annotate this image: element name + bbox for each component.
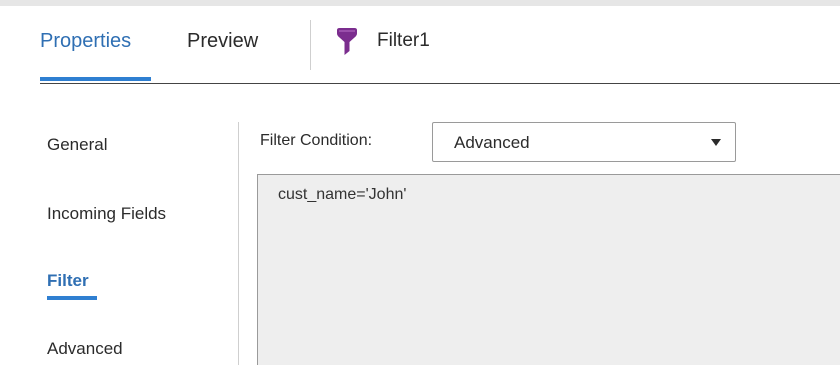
filter-condition-editor[interactable]: cust_name='John' (257, 174, 840, 365)
transformation-title: Filter1 (377, 30, 430, 51)
filter-condition-label: Filter Condition: (260, 132, 373, 149)
caret-down-icon (711, 139, 721, 146)
filter-condition-select[interactable]: Advanced (432, 122, 736, 162)
filter-condition-expression: cust_name='John' (278, 186, 407, 203)
sidebar-active-indicator (47, 296, 97, 300)
sidebar-item-incoming-fields[interactable]: Incoming Fields (47, 203, 166, 225)
header-rule (40, 83, 840, 84)
tab-properties[interactable]: Properties (40, 28, 131, 54)
transformation-properties-panel: Properties Preview Filter1 General Incom… (0, 0, 840, 365)
sidebar-item-advanced[interactable]: Advanced (47, 338, 123, 360)
sidebar-divider (238, 122, 239, 365)
tab-preview[interactable]: Preview (187, 28, 258, 54)
sidebar-item-general[interactable]: General (47, 134, 107, 156)
header-divider (310, 20, 311, 70)
sidebar-item-filter[interactable]: Filter (47, 270, 89, 292)
active-tab-indicator (40, 77, 151, 81)
filter-condition-select-value: Advanced (454, 133, 530, 152)
filter-funnel-icon (337, 28, 357, 55)
top-strip (0, 0, 840, 6)
